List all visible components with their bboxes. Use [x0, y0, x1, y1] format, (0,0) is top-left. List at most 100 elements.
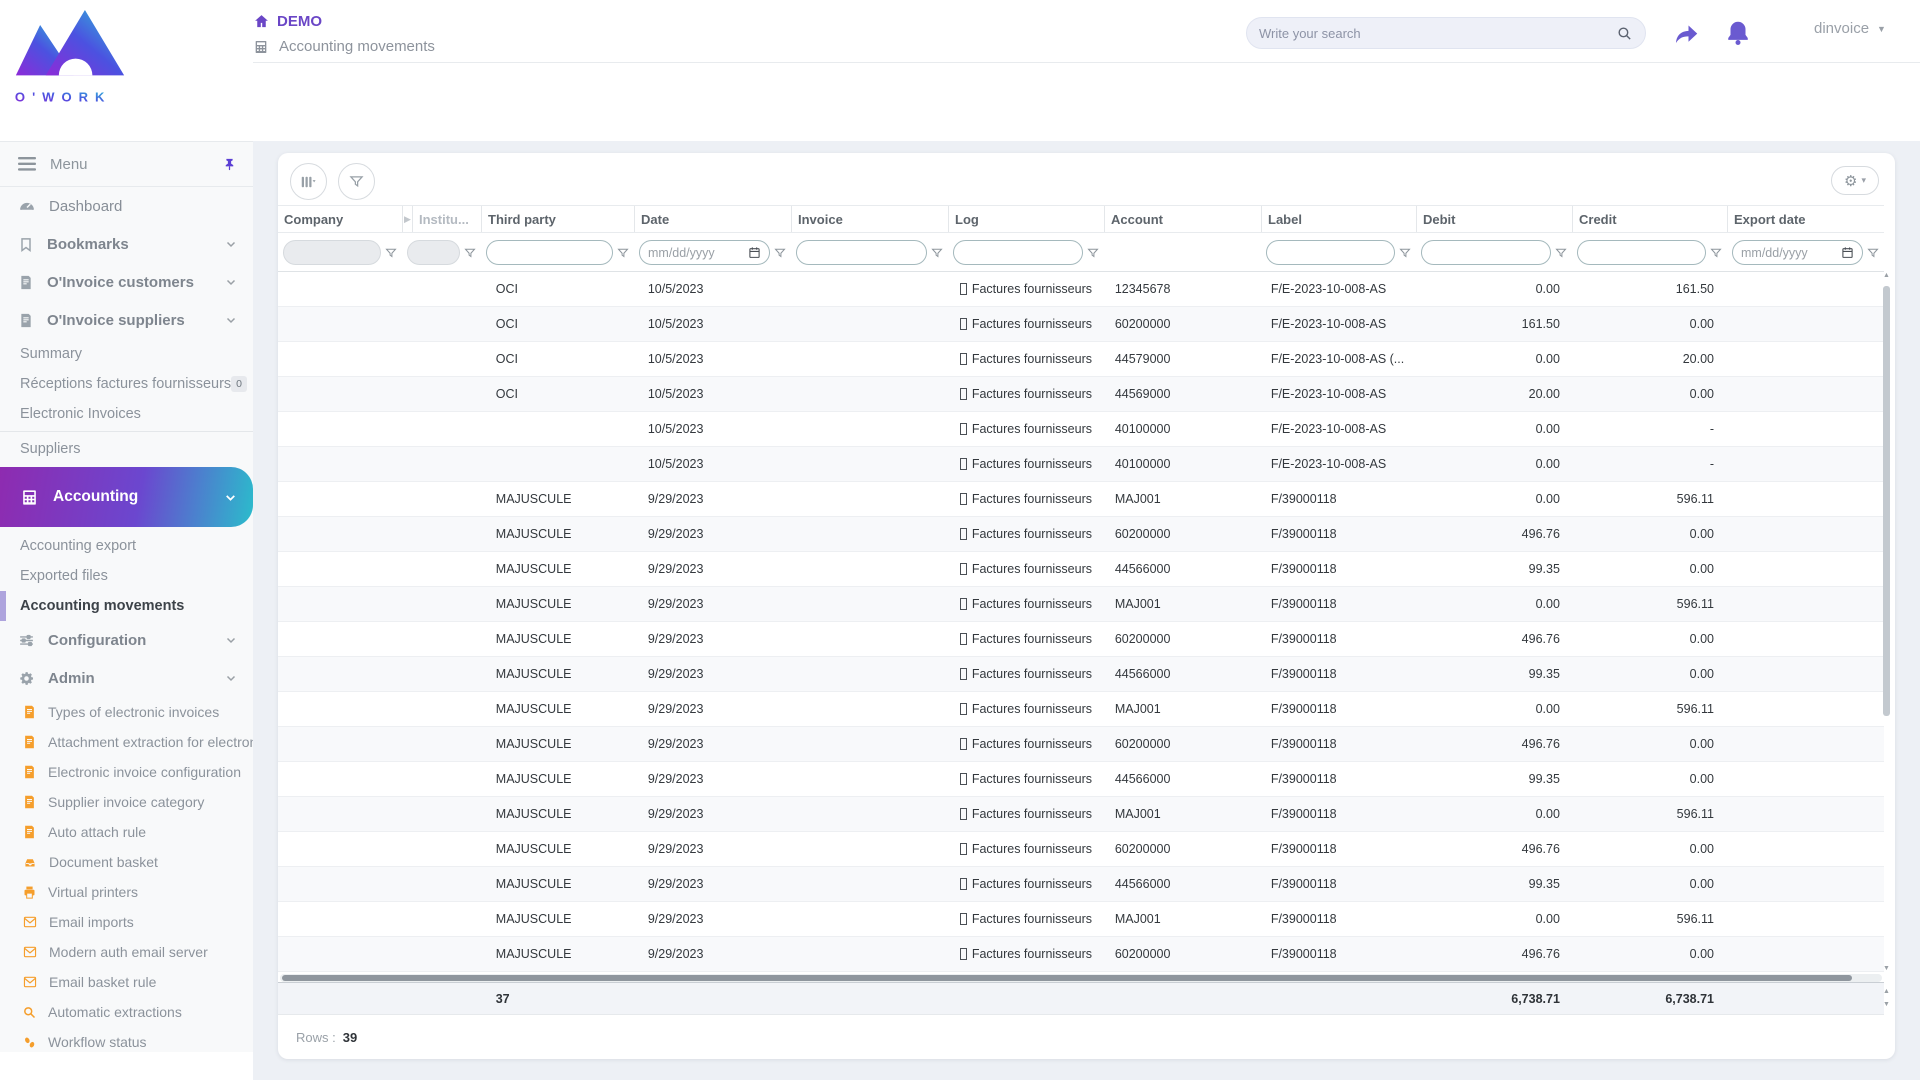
sidebar-item-accounting-movements[interactable]: Accounting movements	[0, 591, 253, 621]
label-filter-input[interactable]	[1266, 240, 1395, 265]
sidebar-item-automatic-extractions[interactable]: Automatic extractions	[0, 997, 253, 1027]
funnel-icon[interactable]	[774, 247, 786, 259]
column-header-company[interactable]: Company	[278, 206, 402, 232]
horizontal-scrollbar-thumb[interactable]	[282, 975, 1852, 981]
sidebar-item-email-imports[interactable]: Email imports	[0, 907, 253, 937]
sidebar-item-configuration[interactable]: Configuration	[0, 621, 253, 659]
funnel-icon[interactable]	[1399, 247, 1411, 259]
table-row[interactable]: MAJUSCULE 9/29/2023 Factures fournisseur…	[278, 657, 1884, 692]
sidebar-item-types-electronic-invoices[interactable]: Types of electronic invoices	[0, 697, 253, 727]
table-row[interactable]: MAJUSCULE 9/29/2023 Factures fournisseur…	[278, 692, 1884, 727]
scroll-down-icon[interactable]: ▼	[1881, 965, 1892, 972]
hamburger-icon[interactable]	[18, 157, 36, 171]
sidebar-item-electronic-invoice-configuration[interactable]: Electronic invoice configuration	[0, 757, 253, 787]
sidebar-item-attachment-extraction[interactable]: Attachment extraction for electroni	[0, 727, 253, 757]
sidebar-item-oinvoice-suppliers[interactable]: O'Invoice suppliers	[0, 301, 253, 339]
bell-icon[interactable]	[1723, 18, 1753, 48]
table-row[interactable]: MAJUSCULE 9/29/2023 Factures fournisseur…	[278, 622, 1884, 657]
columns-button[interactable]	[290, 163, 327, 200]
credit-filter-input[interactable]	[1577, 240, 1706, 265]
funnel-icon[interactable]	[1867, 247, 1879, 259]
column-header-date[interactable]: Date	[634, 206, 791, 232]
search-icon[interactable]	[1616, 25, 1633, 42]
table-row[interactable]: MAJUSCULE 9/29/2023 Factures fournisseur…	[278, 902, 1884, 937]
table-row[interactable]: MAJUSCULE 9/29/2023 Factures fournisseur…	[278, 552, 1884, 587]
table-row[interactable]: MAJUSCULE 9/29/2023 Factures fournisseur…	[278, 587, 1884, 622]
filter-button[interactable]	[338, 163, 375, 200]
funnel-icon[interactable]	[617, 247, 629, 259]
cell-date: 9/29/2023	[647, 492, 704, 506]
vertical-scrollbar-thumb[interactable]	[1883, 286, 1890, 716]
sidebar-item-exported-files[interactable]: Exported files	[0, 561, 253, 591]
column-header-debit[interactable]: Debit	[1416, 206, 1572, 232]
funnel-icon[interactable]	[931, 247, 943, 259]
cell-institution	[411, 412, 490, 446]
table-row[interactable]: 10/5/2023 Factures fournisseurs 40100000…	[278, 447, 1884, 482]
horizontal-scrollbar[interactable]	[280, 974, 1882, 982]
column-header-invoice[interactable]: Invoice	[791, 206, 948, 232]
sidebar-item-summary[interactable]: Summary	[0, 339, 253, 369]
table-row[interactable]: MAJUSCULE 9/29/2023 Factures fournisseur…	[278, 867, 1884, 902]
column-header-log[interactable]: Log	[948, 206, 1104, 232]
funnel-icon[interactable]	[1710, 247, 1722, 259]
sidebar-item-oinvoice-customers[interactable]: O'Invoice customers	[0, 263, 253, 301]
pin-icon[interactable]	[222, 156, 237, 173]
scroll-up-icon[interactable]: ▲	[1881, 272, 1892, 279]
sidebar-item-suppliers[interactable]: Suppliers	[0, 434, 253, 464]
calendar-icon[interactable]	[1841, 246, 1854, 259]
sidebar-item-accounting-export[interactable]: Accounting export	[0, 531, 253, 561]
table-row[interactable]: MAJUSCULE 9/29/2023 Factures fournisseur…	[278, 832, 1884, 867]
table-row[interactable]: 10/5/2023 Factures fournisseurs 40100000…	[278, 412, 1884, 447]
column-header-label[interactable]: Label	[1261, 206, 1416, 232]
menu-header[interactable]: Menu	[0, 142, 253, 187]
debit-filter-input[interactable]	[1421, 240, 1551, 265]
sidebar-item-email-basket-rule[interactable]: Email basket rule	[0, 967, 253, 997]
log-filter-input[interactable]	[953, 240, 1083, 265]
sidebar-item-electronic-invoices[interactable]: Electronic Invoices	[0, 399, 253, 429]
invoice-filter-input[interactable]	[796, 240, 927, 265]
sidebar-item-workflow-status[interactable]: Workflow status	[0, 1027, 253, 1057]
sidebar-item-dashboard[interactable]: Dashboard	[0, 187, 253, 225]
column-header-export-date[interactable]: Export date	[1727, 206, 1884, 232]
sidebar-item-accounting[interactable]: Accounting	[0, 467, 253, 527]
table-row[interactable]: MAJUSCULE 9/29/2023 Factures fournisseur…	[278, 937, 1884, 972]
sidebar-item-bookmarks[interactable]: Bookmarks	[0, 225, 253, 263]
sidebar-item-auto-attach-rule[interactable]: Auto attach rule	[0, 817, 253, 847]
column-header-account[interactable]: Account	[1104, 206, 1261, 232]
funnel-icon[interactable]	[385, 247, 397, 259]
search-input[interactable]	[1259, 25, 1616, 41]
sidebar-item-virtual-printers[interactable]: Virtual printers	[0, 877, 253, 907]
table-row[interactable]: MAJUSCULE 9/29/2023 Factures fournisseur…	[278, 762, 1884, 797]
sidebar-item-admin[interactable]: Admin	[0, 659, 253, 697]
table-row[interactable]: MAJUSCULE 9/29/2023 Factures fournisseur…	[278, 727, 1884, 762]
funnel-icon[interactable]	[1087, 247, 1099, 259]
table-row[interactable]: OCI 10/5/2023 Factures fournisseurs 1234…	[278, 272, 1884, 307]
third-party-filter-input[interactable]	[486, 240, 613, 265]
user-menu[interactable]: dinvoice ▼	[1814, 20, 1886, 37]
table-row[interactable]: MAJUSCULE 9/29/2023 Factures fournisseur…	[278, 517, 1884, 552]
missing-glyph-box	[959, 283, 967, 295]
funnel-icon[interactable]	[1555, 247, 1567, 259]
footer-scroll-arrows[interactable]: ▲ ▼	[1881, 985, 1892, 1011]
sidebar-item-modern-auth-email-server[interactable]: Modern auth email server	[0, 937, 253, 967]
table-row[interactable]: OCI 10/5/2023 Factures fournisseurs 4456…	[278, 377, 1884, 412]
funnel-icon[interactable]	[464, 247, 476, 259]
breadcrumb[interactable]: DEMO	[253, 13, 322, 30]
vertical-scrollbar[interactable]: ▲ ▼	[1881, 272, 1892, 972]
table-row[interactable]: OCI 10/5/2023 Factures fournisseurs 4457…	[278, 342, 1884, 377]
date-filter-input[interactable]: mm/dd/yyyy	[639, 240, 770, 265]
column-header-institution[interactable]: Institu...	[412, 206, 481, 232]
column-header-credit[interactable]: Credit	[1572, 206, 1727, 232]
export-date-filter-input[interactable]: mm/dd/yyyy	[1732, 240, 1863, 265]
share-icon[interactable]	[1671, 18, 1701, 48]
calendar-icon[interactable]	[748, 246, 761, 259]
table-row[interactable]: OCI 10/5/2023 Factures fournisseurs 6020…	[278, 307, 1884, 342]
sidebar-item-supplier-invoice-category[interactable]: Supplier invoice category	[0, 787, 253, 817]
table-row[interactable]: MAJUSCULE 9/29/2023 Factures fournisseur…	[278, 482, 1884, 517]
table-row[interactable]: MAJUSCULE 9/29/2023 Factures fournisseur…	[278, 797, 1884, 832]
expand-columns-icon[interactable]: ▶	[402, 206, 412, 232]
table-settings-button[interactable]: ⚙ ▾	[1831, 166, 1879, 195]
sidebar-item-receptions[interactable]: Réceptions factures fournisseurs 0	[0, 369, 253, 399]
column-header-third-party[interactable]: Third party	[481, 206, 634, 232]
sidebar-item-document-basket[interactable]: Document basket	[0, 847, 253, 877]
